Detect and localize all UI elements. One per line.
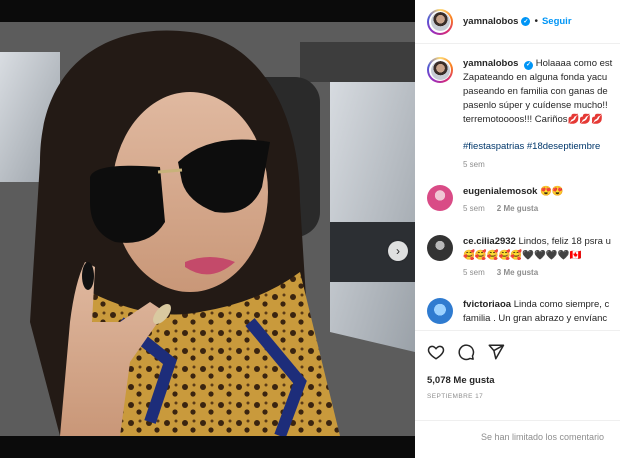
post-side-panel: yamnalobos ✓ • Seguir yamnalobos ✓ Holaa… bbox=[415, 0, 620, 458]
next-photo-button[interactable]: › bbox=[388, 241, 408, 261]
selfie-image bbox=[0, 22, 415, 436]
comment-icon[interactable] bbox=[457, 343, 475, 361]
comment-item: fvictoriaoa Linda como siempre, c famili… bbox=[427, 298, 609, 325]
comment-meta: 5 sem 2 Me gusta bbox=[463, 204, 564, 213]
share-icon[interactable] bbox=[487, 343, 505, 361]
caption-time[interactable]: 5 sem bbox=[463, 160, 485, 169]
comment-text-line-2: 🥰🥰🥰🥰🥰🖤🖤🖤🖤🇨🇦 bbox=[463, 250, 582, 261]
commenter-username[interactable]: eugenialemosok bbox=[463, 186, 537, 197]
comment-text: ce.cilia2932 Lindos, feliz 18 psra u bbox=[463, 236, 611, 247]
comment-text: eugenialemosok 😍😍 bbox=[463, 186, 564, 197]
verified-badge-icon: ✓ bbox=[524, 60, 534, 70]
verified-badge-icon: ✓ bbox=[521, 17, 531, 26]
likes-count[interactable]: 5,078 Me gusta bbox=[427, 375, 608, 386]
caption-hashtags[interactable]: #fiestaspatrias #18deseptiembre bbox=[463, 140, 612, 154]
caption-line-1: Zapateando en alguna fonda yacu bbox=[463, 72, 608, 83]
caption-username[interactable]: yamnalobos bbox=[463, 58, 518, 69]
post-photo[interactable]: › bbox=[0, 22, 415, 436]
heart-icon[interactable] bbox=[427, 343, 445, 361]
caption: yamnalobos ✓ Holaaaa como est Zapateando… bbox=[427, 57, 612, 169]
comment-text: fvictoriaoa Linda como siempre, c bbox=[463, 299, 610, 310]
caption-line-4: terremotoooos!!! Cariños💋💋💋 bbox=[463, 114, 604, 125]
post-actions: 5,078 Me gusta SEPTIEMBRE 17 bbox=[415, 330, 620, 400]
comment-text-line-2: familia . Un gran abrazo y envíanc bbox=[463, 313, 608, 324]
comment-meta: 5 sem 3 Me gusta bbox=[463, 268, 611, 277]
commenter-avatar[interactable] bbox=[427, 235, 453, 261]
author-username[interactable]: yamnalobos bbox=[463, 16, 518, 27]
post-header: yamnalobos ✓ • Seguir bbox=[415, 0, 620, 44]
comment-likes[interactable]: 2 Me gusta bbox=[497, 204, 538, 213]
commenter-username[interactable]: ce.cilia2932 bbox=[463, 236, 516, 247]
caption-line-3: pasenlo súper y cuídense mucho!! bbox=[463, 100, 608, 111]
follow-button[interactable]: Seguir bbox=[542, 16, 572, 27]
separator: • bbox=[534, 16, 538, 27]
chevron-right-icon: › bbox=[396, 244, 400, 258]
comment-time[interactable]: 5 sem bbox=[463, 268, 485, 277]
action-icons bbox=[427, 341, 608, 363]
caption-line-2: paseando en familia con ganas de bbox=[463, 86, 608, 97]
comments-limited-notice: Se han limitado los comentario bbox=[415, 420, 620, 458]
comments-list[interactable]: yamnalobos ✓ Holaaaa como est Zapateando… bbox=[415, 45, 620, 325]
comment-likes[interactable]: 3 Me gusta bbox=[497, 268, 538, 277]
commenter-avatar[interactable] bbox=[427, 298, 453, 324]
caption-meta: 5 sem bbox=[463, 160, 612, 169]
caption-line-0: yamnalobos ✓ Holaaaa como est bbox=[463, 58, 613, 70]
post-date[interactable]: SEPTIEMBRE 17 bbox=[427, 393, 608, 400]
comment-item: ce.cilia2932 Lindos, feliz 18 psra u 🥰🥰🥰… bbox=[427, 235, 611, 277]
comment-time[interactable]: 5 sem bbox=[463, 204, 485, 213]
comment-item: eugenialemosok 😍😍 5 sem 2 Me gusta bbox=[427, 185, 564, 213]
author-avatar[interactable] bbox=[427, 8, 453, 35]
caption-avatar[interactable] bbox=[427, 57, 453, 83]
commenter-avatar[interactable] bbox=[427, 185, 453, 211]
commenter-username[interactable]: fvictoriaoa bbox=[463, 299, 511, 310]
